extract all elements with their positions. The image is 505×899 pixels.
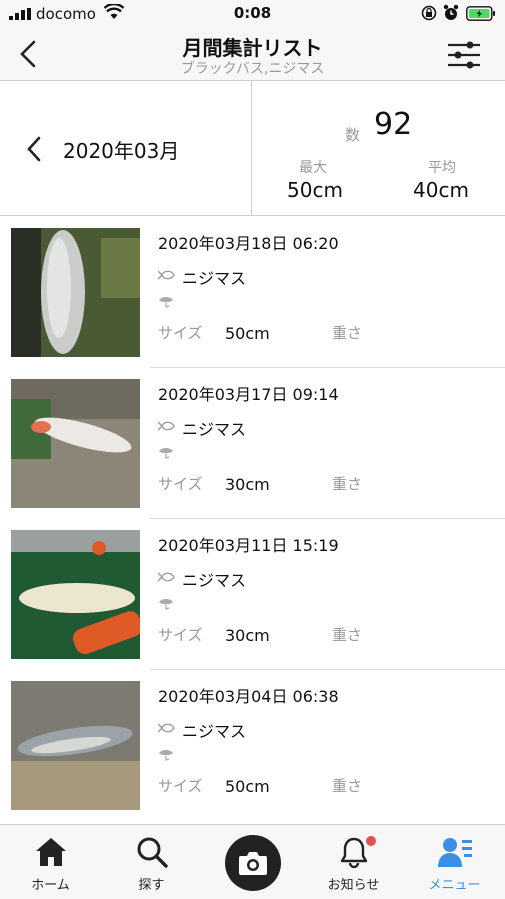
catch-date: 2020年03月17日 09:14 bbox=[158, 385, 339, 404]
catch-date: 2020年03月18日 06:20 bbox=[158, 234, 339, 253]
status-bar: docomo 0:08 bbox=[0, 0, 505, 28]
catch-size: 50cm bbox=[225, 777, 270, 796]
weight-label: 重さ bbox=[332, 626, 363, 644]
summary-divider bbox=[251, 81, 252, 216]
catch-size: 30cm bbox=[225, 626, 270, 645]
tab-label: メニュー bbox=[428, 878, 481, 893]
lure-icon bbox=[159, 297, 173, 308]
page-title: 月間集計リスト bbox=[182, 36, 323, 60]
home-icon bbox=[35, 838, 66, 866]
avg-label: 平均 bbox=[428, 160, 456, 176]
size-label: サイズ bbox=[158, 324, 203, 342]
alarm-icon bbox=[443, 4, 459, 20]
nav-header: 月間集計リスト ブラックバス,ニジマス bbox=[0, 28, 505, 81]
catch-size: 30cm bbox=[225, 475, 270, 494]
max-value: 50cm bbox=[287, 178, 343, 202]
count-label: 数 bbox=[345, 126, 361, 144]
catch-species: ニジマス bbox=[182, 571, 247, 590]
catch-species: ニジマス bbox=[182, 420, 247, 439]
search-icon bbox=[137, 837, 168, 868]
catch-row[interactable]: 2020年03月18日 06:20 ニジマス サイズ 50cm 重さ bbox=[0, 217, 505, 368]
catch-photo bbox=[11, 681, 140, 810]
max-label: 最大 bbox=[299, 160, 327, 176]
tab-menu[interactable]: メニュー bbox=[404, 825, 505, 899]
weight-label: 重さ bbox=[332, 475, 363, 493]
month-label: 2020年03月 bbox=[63, 139, 180, 163]
count-value: 92 bbox=[374, 107, 413, 142]
monthly-summary: 2020年03月 数 92 最大 50cm 平均 40cm bbox=[0, 81, 505, 216]
filter-sliders-icon[interactable] bbox=[446, 40, 482, 70]
catch-row[interactable]: 2020年03月17日 09:14 ニジマス サイズ 30cm 重さ bbox=[0, 368, 505, 519]
size-label: サイズ bbox=[158, 777, 203, 795]
weight-label: 重さ bbox=[332, 324, 363, 342]
avg-value: 40cm bbox=[413, 178, 469, 202]
size-label: サイズ bbox=[158, 475, 203, 493]
camera-icon bbox=[239, 852, 267, 875]
tab-label: 探す bbox=[138, 878, 165, 893]
notification-badge bbox=[366, 836, 376, 846]
catch-species: ニジマス bbox=[182, 722, 247, 741]
lure-icon bbox=[159, 448, 173, 459]
previous-month-icon[interactable] bbox=[26, 136, 42, 162]
tab-search[interactable]: 探す bbox=[101, 825, 202, 899]
catch-date: 2020年03月04日 06:38 bbox=[158, 687, 339, 706]
weight-label: 重さ bbox=[332, 777, 363, 795]
fish-icon bbox=[158, 270, 175, 280]
catch-row[interactable]: 2020年03月04日 06:38 ニジマス サイズ 50cm 重さ bbox=[0, 670, 505, 821]
tab-label: お知らせ bbox=[327, 878, 380, 893]
size-label: サイズ bbox=[158, 626, 203, 644]
catch-photo bbox=[11, 379, 140, 508]
catch-photo bbox=[11, 530, 140, 659]
tab-bar: ホーム 探す お知らせ メニュー bbox=[0, 824, 505, 899]
battery-icon bbox=[466, 6, 495, 21]
catch-date: 2020年03月11日 15:19 bbox=[158, 536, 339, 555]
fish-icon bbox=[158, 723, 175, 733]
tab-label: ホーム bbox=[31, 878, 70, 893]
page-subtitle: ブラックバス,ニジマス bbox=[180, 61, 325, 77]
rotation-lock-icon bbox=[421, 5, 437, 21]
catch-size: 50cm bbox=[225, 324, 270, 343]
catch-photo bbox=[11, 228, 140, 357]
catch-row[interactable]: 2020年03月11日 15:19 ニジマス サイズ 30cm 重さ bbox=[0, 519, 505, 670]
catch-species: ニジマス bbox=[182, 269, 247, 288]
lure-icon bbox=[159, 750, 173, 761]
fish-icon bbox=[158, 421, 175, 431]
tab-notifications[interactable]: お知らせ bbox=[303, 825, 404, 899]
lure-icon bbox=[159, 599, 173, 610]
tab-home[interactable]: ホーム bbox=[0, 825, 101, 899]
menu-user-icon bbox=[437, 838, 472, 867]
camera-button[interactable] bbox=[225, 835, 281, 891]
fish-icon bbox=[158, 572, 175, 582]
